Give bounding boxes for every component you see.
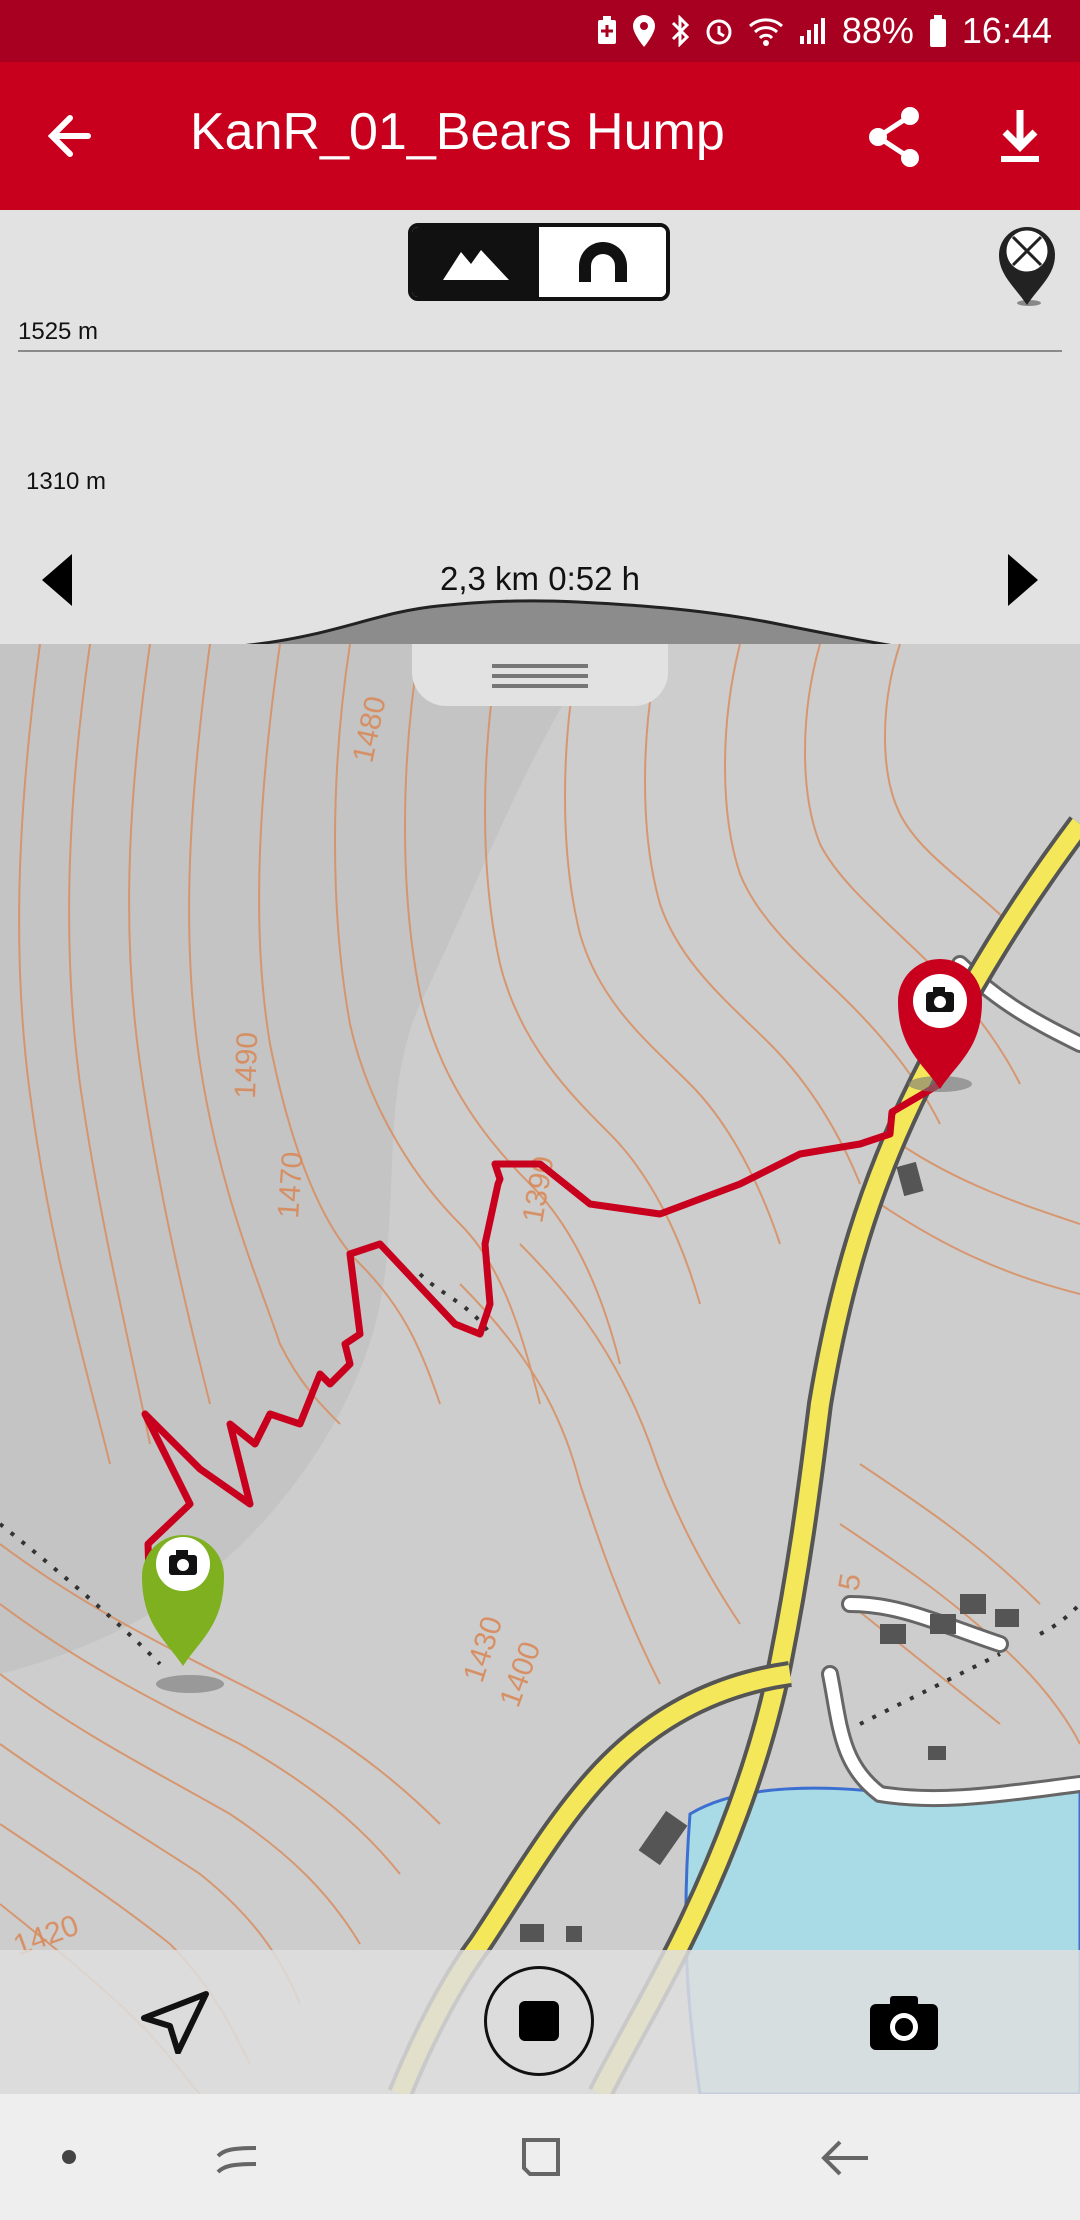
bluetooth-icon <box>671 15 689 47</box>
recents-icon[interactable] <box>210 2134 264 2184</box>
status-icons: 88% 16:44 <box>596 8 1052 54</box>
home-icon[interactable] <box>516 2134 566 2184</box>
clock: 16:44 <box>961 10 1052 51</box>
back-icon[interactable] <box>816 2134 872 2184</box>
min-elevation-label: 1310 m <box>26 468 107 495</box>
drag-handle-icon <box>492 664 588 688</box>
track-summary: 2,3 km 0:52 h <box>440 560 640 597</box>
battery-percent: 88% <box>841 10 914 51</box>
page-title: KanR_01_Bears Hump <box>190 103 725 161</box>
max-elevation-line <box>18 350 1062 352</box>
next-icon[interactable] <box>1002 550 1042 610</box>
system-navigation-bar <box>0 2094 1080 2220</box>
status-bar: 88% 16:44 <box>0 0 1080 62</box>
contour-label: 1490 <box>229 1031 264 1099</box>
signal-icon <box>799 18 825 44</box>
app-bar: KanR_01_Bears Hump <box>0 62 1080 210</box>
download-icon[interactable] <box>985 102 1055 172</box>
record-stop-icon <box>519 2001 559 2041</box>
battery-icon <box>929 15 946 47</box>
location-icon <box>632 15 655 47</box>
map-canvas: 1480 1490 1470 1390 1430 1400 1420 5 <box>0 644 1080 2094</box>
record-stop-button[interactable] <box>484 1966 594 2076</box>
dot-icon[interactable] <box>62 2150 76 2164</box>
wifi-icon <box>748 18 783 46</box>
back-arrow-icon[interactable] <box>40 106 110 166</box>
profile-mode-toggle <box>408 223 670 301</box>
elevation-panel: 1525 m 1310 m 2,3 km 0:52 h <box>0 210 1080 712</box>
mode-elevation-button[interactable] <box>412 227 539 297</box>
mode-tunnel-button[interactable] <box>539 227 666 297</box>
tunnel-profile-icon <box>578 242 627 282</box>
alarm-icon <box>706 19 732 45</box>
contour-label: 1470 <box>272 1151 310 1220</box>
navigate-icon[interactable] <box>140 1990 212 2054</box>
share-icon[interactable] <box>860 102 930 172</box>
elevation-profile-icon <box>442 250 509 280</box>
map-view[interactable]: 1480 1490 1470 1390 1430 1400 1420 5 <box>0 644 1080 2094</box>
battery-saver-icon <box>597 16 616 44</box>
camera-icon[interactable] <box>866 1990 942 2054</box>
poi-toggle-icon[interactable] <box>995 223 1059 307</box>
max-elevation-label: 1525 m <box>18 318 99 345</box>
